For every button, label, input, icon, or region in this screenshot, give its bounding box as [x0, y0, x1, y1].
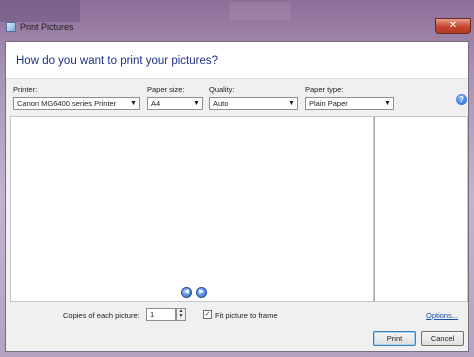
printer-label: Printer:: [13, 85, 38, 94]
next-page-button[interactable]: ▶: [196, 287, 207, 298]
paper-size-value: A4: [151, 99, 161, 108]
paper-type-select[interactable]: Plain Paper ▼: [305, 97, 394, 110]
dropdown-arrow-icon: ▼: [130, 100, 137, 107]
dialog-body: How do you want to print your pictures? …: [5, 41, 469, 352]
printer-select[interactable]: Canon MG6400 series Printer ▼: [13, 97, 140, 110]
paper-size-label: Paper size:: [147, 85, 185, 94]
paper-size-select[interactable]: A4 ▼: [147, 97, 203, 110]
copies-spinner[interactable]: ▲ ▼: [176, 308, 186, 321]
quality-label: Quality:: [209, 85, 235, 94]
checkmark-icon: ✓: [204, 311, 211, 318]
copies-label: Copies of each picture:: [63, 311, 140, 320]
window-title: Print Pictures: [20, 22, 74, 32]
dialog-footer: Print Cancel: [6, 329, 468, 351]
copies-row: Copies of each picture: 1 ▲ ▼ ✓ Fit pict…: [6, 304, 468, 328]
help-icon[interactable]: ?: [456, 94, 467, 105]
previous-page-icon: ◀: [184, 289, 189, 295]
quality-select[interactable]: Auto ▼: [209, 97, 298, 110]
options-link[interactable]: Options...: [426, 311, 458, 320]
dropdown-arrow-icon: ▼: [193, 100, 200, 107]
fit-picture-label[interactable]: Fit picture to frame: [215, 311, 278, 320]
paper-type-label: Paper type:: [305, 85, 344, 94]
quality-value: Auto: [213, 99, 229, 108]
dropdown-arrow-icon: ▼: [384, 100, 391, 107]
print-preview-pane: [10, 116, 374, 302]
copies-input[interactable]: 1: [146, 308, 176, 321]
cancel-button[interactable]: Cancel: [421, 331, 464, 346]
previous-page-button[interactable]: ◀: [181, 287, 192, 298]
print-settings: Printer: Canon MG6400 series Printer ▼ P…: [6, 79, 468, 115]
paper-type-value: Plain Paper: [309, 99, 348, 108]
spinner-down-icon[interactable]: ▼: [177, 314, 185, 319]
print-button[interactable]: Print: [373, 331, 416, 346]
dialog-question: How do you want to print your pictures?: [16, 55, 218, 67]
close-button[interactable]: ✕: [435, 18, 471, 34]
title-bar: Print Pictures ✕: [0, 18, 474, 38]
fit-picture-checkbox[interactable]: ✓: [203, 310, 212, 319]
dialog-header: How do you want to print your pictures?: [6, 42, 468, 79]
close-icon: ✕: [448, 20, 458, 31]
next-page-icon: ▶: [199, 289, 204, 295]
printer-value: Canon MG6400 series Printer: [17, 99, 117, 108]
layout-panel[interactable]: [374, 116, 468, 302]
app-icon: [6, 22, 16, 32]
dropdown-arrow-icon: ▼: [288, 100, 295, 107]
